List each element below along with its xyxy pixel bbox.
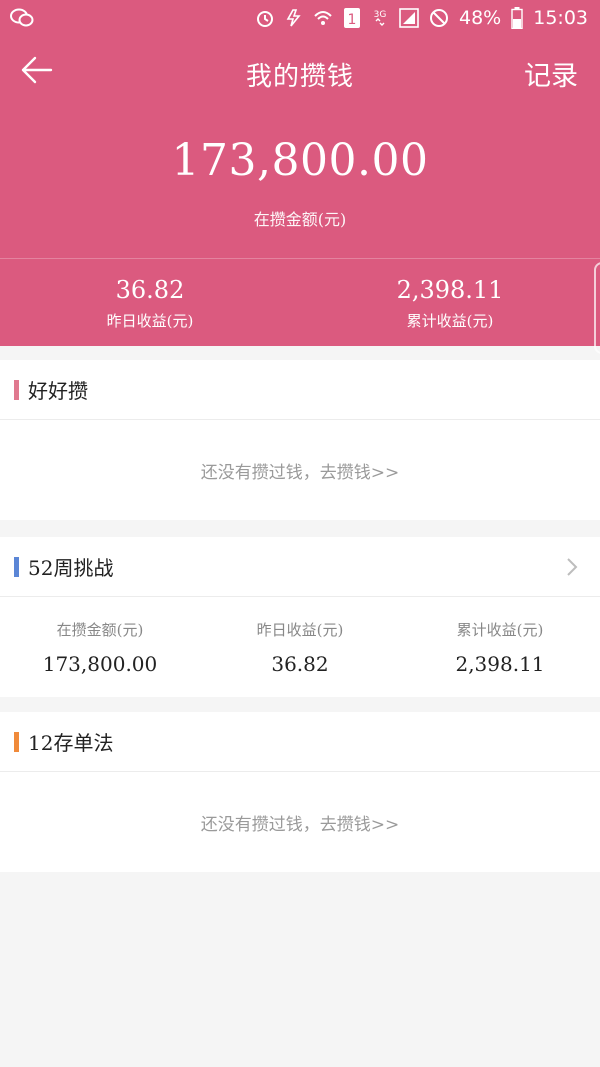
svg-text:3G: 3G xyxy=(374,10,387,20)
challenge-stat: 累计收益(元) 2,398.11 xyxy=(400,597,600,697)
section-header[interactable]: 好好攒 xyxy=(0,360,600,420)
section-header[interactable]: 12存单法 xyxy=(0,712,600,772)
cumulative-earnings-value: 2,398.11 xyxy=(396,276,504,304)
wifi-icon xyxy=(313,7,333,29)
section-title: 好好攒 xyxy=(28,379,88,403)
clock: 15:03 xyxy=(533,7,588,29)
challenge-stat: 昨日收益(元) 36.82 xyxy=(200,597,400,697)
page-title: 我的攒钱 xyxy=(245,62,354,92)
cumulative-earnings-label: 累计收益(元) xyxy=(406,312,494,330)
challenge-stat: 在攒金额(元) 173,800.00 xyxy=(0,597,200,697)
total-amount: 173,800.00 xyxy=(171,135,429,186)
battery-percent: 48% xyxy=(459,7,502,29)
start-saving-link[interactable]: 还没有攒过钱，去攒钱>> xyxy=(201,810,400,835)
chevron-right-icon[interactable] xyxy=(562,555,582,579)
data-saver-icon xyxy=(285,7,303,29)
record-button[interactable]: 记录 xyxy=(524,54,578,93)
challenge-stats: 在攒金额(元) 173,800.00 昨日收益(元) 36.82 累计收益(元)… xyxy=(0,597,600,697)
challenge-stat-value: 36.82 xyxy=(271,652,329,676)
section-title: 52周挑战 xyxy=(28,556,114,580)
sim-icon: 1 xyxy=(343,7,361,29)
header-divider xyxy=(0,258,600,259)
alarm-icon xyxy=(255,7,275,29)
status-bar: 1 3G 48% 15:03 xyxy=(0,0,600,36)
section-haohaozan: 好好攒 还没有攒过钱，去攒钱>> xyxy=(0,360,600,520)
challenge-stat-value: 2,398.11 xyxy=(455,652,545,676)
navbar: 我的攒钱 记录 xyxy=(0,40,600,102)
section-title: 12存单法 xyxy=(28,731,114,755)
challenge-stat-label: 昨日收益(元) xyxy=(256,621,344,639)
do-not-disturb-icon xyxy=(429,7,449,29)
svg-text:1: 1 xyxy=(348,12,357,28)
section-12-deposit-method: 12存单法 还没有攒过钱，去攒钱>> xyxy=(0,712,600,872)
start-saving-link[interactable]: 还没有攒过钱，去攒钱>> xyxy=(201,458,400,483)
cumulative-earnings: 2,398.11 累计收益(元) xyxy=(300,276,600,331)
signal-icon xyxy=(399,7,419,29)
challenge-stat-label: 累计收益(元) xyxy=(456,621,544,639)
yesterday-earnings: 36.82 昨日收益(元) xyxy=(0,276,300,331)
network-3g-icon: 3G xyxy=(371,7,389,29)
challenge-stat-value: 173,800.00 xyxy=(42,652,158,676)
section-header[interactable]: 52周挑战 xyxy=(0,537,600,597)
wechat-icon xyxy=(10,7,34,29)
total-amount-label: 在攒金额(元) xyxy=(253,210,347,229)
status-left xyxy=(10,7,34,29)
section-accent-bar xyxy=(14,731,19,752)
section-empty-state: 还没有攒过钱，去攒钱>> xyxy=(0,420,600,520)
yesterday-earnings-label: 昨日收益(元) xyxy=(106,312,194,330)
edge-panel-handle[interactable] xyxy=(594,262,600,354)
section-accent-bar xyxy=(14,556,19,577)
battery-icon xyxy=(511,7,523,29)
yesterday-earnings-value: 36.82 xyxy=(115,276,185,304)
section-accent-bar xyxy=(14,379,19,400)
section-52-week-challenge[interactable]: 52周挑战 在攒金额(元) 173,800.00 昨日收益(元) 36.82 累… xyxy=(0,537,600,697)
header: 1 3G 48% 15:03 我的攒钱 记录 173,800.00 在攒金额(元… xyxy=(0,0,600,354)
section-empty-state: 还没有攒过钱，去攒钱>> xyxy=(0,772,600,872)
challenge-stat-label: 在攒金额(元) xyxy=(56,621,144,639)
status-right: 1 3G 48% 15:03 xyxy=(255,7,588,29)
